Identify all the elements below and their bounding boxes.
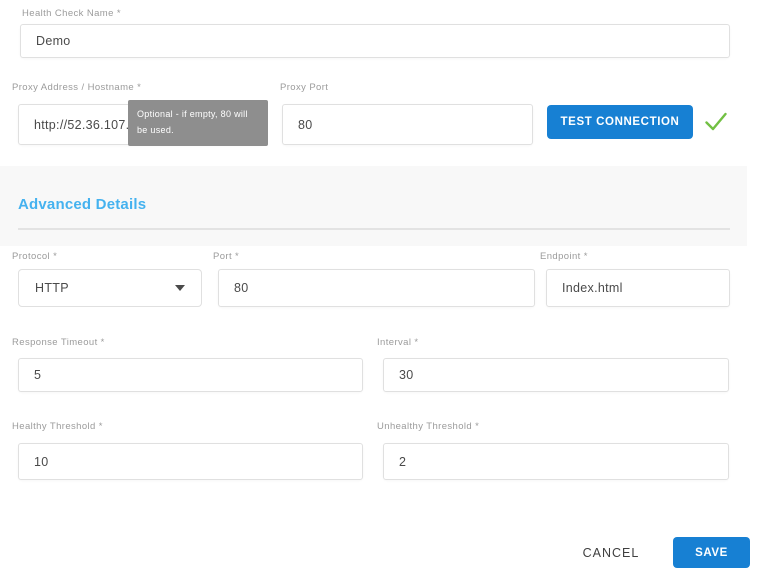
protocol-selected-value: HTTP — [35, 281, 69, 295]
health-check-name-input[interactable] — [20, 24, 730, 58]
proxy-port-input[interactable] — [282, 104, 533, 145]
health-check-name-label: Health Check Name * — [22, 8, 121, 19]
port-input[interactable] — [218, 269, 535, 307]
health-check-form: Health Check Name * Proxy Address / Host… — [0, 0, 768, 580]
endpoint-input[interactable] — [546, 269, 730, 307]
protocol-select[interactable]: HTTP — [18, 269, 202, 307]
interval-label: Interval * — [377, 337, 419, 348]
cancel-button[interactable]: CANCEL — [572, 541, 650, 565]
healthy-threshold-label: Healthy Threshold * — [12, 421, 103, 432]
test-connection-button[interactable]: TEST CONNECTION — [547, 105, 693, 139]
port-label: Port * — [213, 251, 239, 262]
endpoint-label: Endpoint * — [540, 251, 588, 262]
advanced-details-heading: Advanced Details — [18, 196, 146, 213]
protocol-label: Protocol * — [12, 251, 57, 262]
advanced-details-section: Advanced Details — [0, 166, 747, 246]
response-timeout-label: Response Timeout * — [12, 337, 105, 348]
healthy-threshold-input[interactable] — [18, 443, 363, 480]
proxy-port-tooltip: Optional - if empty, 80 will be used. — [128, 100, 268, 146]
interval-input[interactable] — [383, 358, 729, 392]
section-divider — [18, 228, 730, 230]
unhealthy-threshold-label: Unhealthy Threshold * — [377, 421, 479, 432]
unhealthy-threshold-input[interactable] — [383, 443, 729, 480]
chevron-down-icon — [175, 285, 185, 291]
proxy-address-label: Proxy Address / Hostname * — [12, 82, 141, 93]
response-timeout-input[interactable] — [18, 358, 363, 392]
check-icon — [703, 109, 729, 135]
proxy-port-label: Proxy Port — [280, 82, 328, 93]
save-button[interactable]: SAVE — [673, 537, 750, 568]
